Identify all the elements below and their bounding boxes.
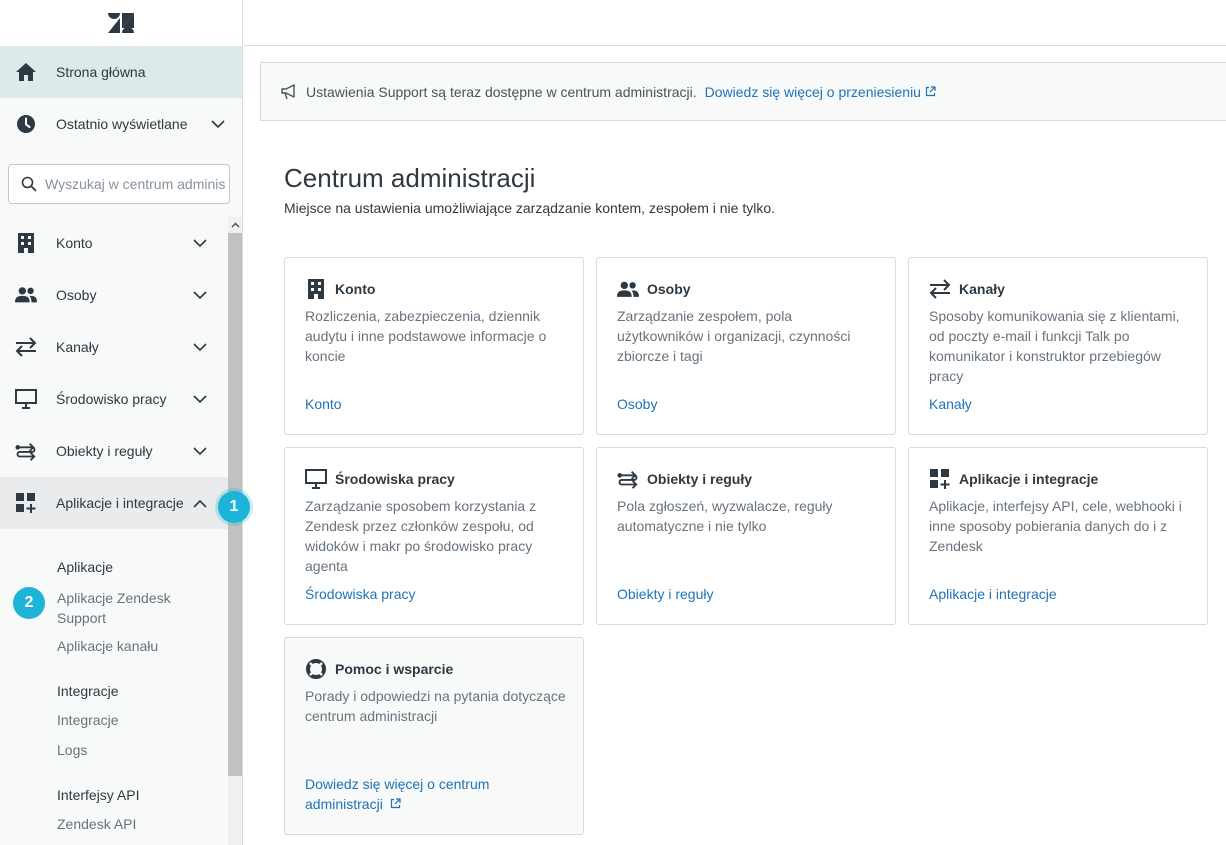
sidebar: Strona główna Ostatnio wyświetlane Konto — [0, 0, 243, 845]
chevron-down-icon[interactable] — [193, 288, 207, 302]
notice-link-label: Dowiedz się więcej o przeniesieniu — [704, 83, 921, 100]
link-aplikacje-zendesk-support[interactable]: Aplikacje Zendesk Support — [57, 588, 207, 628]
sidebar-item-label: Obiekty i reguły — [56, 443, 153, 459]
nav-recently-viewed-label: Ostatnio wyświetlane — [56, 116, 188, 132]
search-icon — [21, 176, 37, 192]
card-link-pomoc-i-wsparcie[interactable]: Dowiedz się więcej o centrum administrac… — [305, 774, 545, 814]
objects-rules-icon — [617, 468, 639, 490]
page-title: Centrum administracji — [284, 163, 536, 193]
sidebar-item-konto[interactable]: Konto — [0, 217, 228, 269]
link-zendesk-api[interactable]: Zendesk API — [57, 816, 136, 832]
step-badge-1: 1 — [218, 491, 250, 523]
notice-text: Ustawienia Support są teraz dostępne w c… — [306, 83, 697, 100]
card-title: Osoby — [647, 281, 691, 297]
notice-banner: Ustawienia Support są teraz dostępne w c… — [260, 62, 1226, 121]
chevron-down-icon[interactable] — [193, 392, 207, 406]
people-icon — [617, 278, 639, 300]
top-bar — [244, 0, 1226, 46]
card-title: Obiekty i reguły — [647, 471, 753, 487]
monitor-icon — [15, 388, 37, 410]
arrows-icon — [15, 336, 37, 358]
nav-home-label: Strona główna — [56, 64, 146, 80]
card-title: Kanały — [959, 281, 1005, 297]
sidebar-item-aplikacje-i-integracje[interactable]: Aplikacje i integracje — [0, 477, 228, 529]
admin-search[interactable] — [8, 164, 230, 204]
card-description: Aplikacje, interfejsy API, cele, webhook… — [929, 498, 1182, 554]
card-konto: Konto Rozliczenia, zabezpieczenia, dzien… — [284, 257, 584, 435]
sidebar-item-label: Osoby — [56, 287, 97, 303]
building-icon — [305, 278, 327, 300]
card-title: Pomoc i wsparcie — [335, 661, 454, 677]
link-logs[interactable]: Logs — [57, 742, 87, 758]
apps-icon — [929, 468, 951, 490]
objects-rules-icon — [15, 440, 37, 462]
zendesk-logo-icon — [108, 13, 134, 33]
chevron-down-icon[interactable] — [193, 340, 207, 354]
sidebar-item-label: Środowisko pracy — [56, 391, 167, 407]
nav-home[interactable]: Strona główna — [0, 46, 242, 98]
card-description: Rozliczenia, zabezpieczenia, dziennik au… — [305, 308, 547, 364]
chevron-up-icon[interactable] — [193, 496, 207, 510]
notice-learn-more-link[interactable]: Dowiedz się więcej o przeniesieniu — [705, 84, 936, 100]
sidebar-item-kanaly[interactable]: Kanały — [0, 321, 228, 373]
external-link-icon — [925, 86, 936, 97]
people-icon — [15, 284, 37, 306]
card-title: Konto — [335, 281, 376, 297]
apps-icon — [15, 492, 37, 514]
card-pomoc-i-wsparcie: Pomoc i wsparcie Porady i odpowiedzi na … — [284, 637, 584, 835]
card-description: Sposoby komunikowania się z klientami, o… — [929, 308, 1180, 384]
subsection-heading-aplikacje: Aplikacje — [57, 559, 114, 575]
card-link-konto[interactable]: Konto — [305, 394, 342, 414]
sidebar-item-label: Aplikacje i integracje — [56, 495, 184, 511]
card-link-srodowiska-pracy[interactable]: Środowiska pracy — [305, 584, 416, 604]
chevron-down-icon[interactable] — [193, 236, 207, 250]
page-subtitle: Miejsce na ustawienia umożliwiające zarz… — [284, 200, 776, 216]
card-osoby: Osoby Zarządzanie zespołem, pola użytkow… — [596, 257, 896, 435]
chevron-down-icon[interactable] — [193, 444, 207, 458]
card-description: Porady i odpowiedzi na pytania dotyczące… — [305, 688, 566, 724]
card-link-obiekty-i-reguly[interactable]: Obiekty i reguły — [617, 584, 713, 604]
clock-icon — [15, 113, 37, 135]
arrows-icon — [929, 278, 951, 300]
card-title: Środowiska pracy — [335, 471, 455, 487]
scroll-up-arrow-icon[interactable] — [228, 217, 242, 232]
subsection-heading-integracje: Integracje — [57, 683, 119, 699]
card-title: Aplikacje i integracje — [959, 471, 1099, 487]
card-description: Pola zgłoszeń, wyzwalacze, reguły automa… — [617, 498, 833, 534]
sidebar-item-osoby[interactable]: Osoby — [0, 269, 228, 321]
card-description: Zarządzanie zespołem, pola użytkowników … — [617, 308, 851, 364]
step-badge-2: 2 — [13, 587, 45, 619]
card-link-kanaly[interactable]: Kanały — [929, 394, 972, 414]
monitor-icon — [305, 468, 327, 490]
megaphone-icon — [281, 83, 298, 100]
card-obiekty-i-reguly: Obiekty i reguły Pola zgłoszeń, wyzwalac… — [596, 447, 896, 625]
home-icon — [15, 61, 37, 83]
card-aplikacje-i-integracje: Aplikacje i integracje Aplikacje, interf… — [908, 447, 1208, 625]
card-link-osoby[interactable]: Osoby — [617, 394, 657, 414]
sidebar-nav: Konto Osoby Kanały Środowisko pracy Obie… — [0, 217, 228, 529]
building-icon — [15, 232, 37, 254]
card-srodowiska-pracy: Środowiska pracy Zarządzanie sposobem ko… — [284, 447, 584, 625]
sidebar-item-label: Konto — [56, 235, 93, 251]
lifebuoy-icon — [305, 658, 327, 680]
card-link-aplikacje-i-integracje[interactable]: Aplikacje i integracje — [929, 584, 1057, 604]
subsection-heading-interfejsy-api: Interfejsy API — [57, 787, 140, 803]
card-description: Zarządzanie sposobem korzystania z Zende… — [305, 498, 537, 574]
card-kanaly: Kanały Sposoby komunikowania się z klien… — [908, 257, 1208, 435]
zendesk-logo[interactable] — [0, 0, 242, 46]
sidebar-item-obiekty-i-reguly[interactable]: Obiekty i reguły — [0, 425, 228, 477]
chevron-down-icon[interactable] — [211, 117, 225, 131]
search-input[interactable] — [45, 176, 225, 192]
link-aplikacje-kanalu[interactable]: Aplikacje kanału — [57, 638, 158, 654]
sidebar-item-srodowisko-pracy[interactable]: Środowisko pracy — [0, 373, 228, 425]
link-integracje[interactable]: Integracje — [57, 712, 118, 728]
nav-recently-viewed[interactable]: Ostatnio wyświetlane — [0, 98, 242, 150]
external-link-icon — [390, 798, 401, 809]
sidebar-item-label: Kanały — [56, 339, 99, 355]
